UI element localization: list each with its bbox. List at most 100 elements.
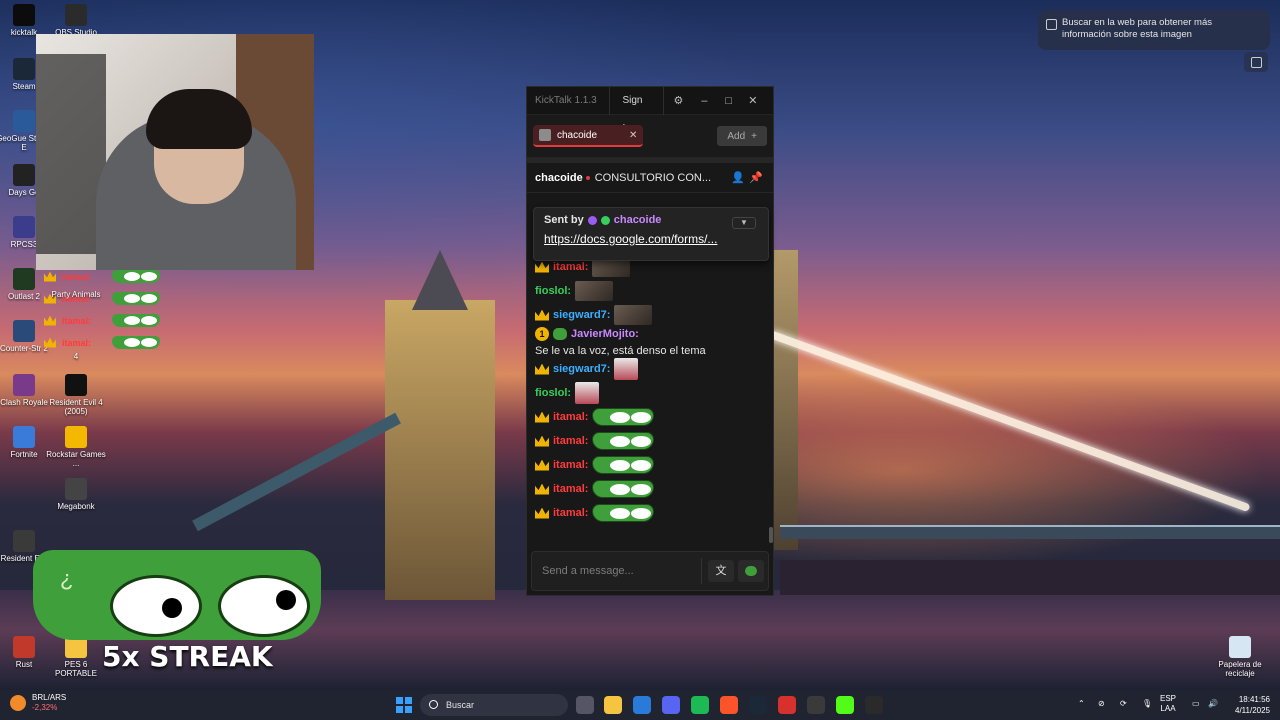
obs-icon[interactable] (807, 696, 825, 714)
crown-icon (44, 337, 56, 348)
message-placeholder: Send a message... (542, 565, 634, 577)
overlay-chat-row: itamal: (44, 336, 160, 349)
chat-username[interactable]: itamal: (553, 507, 588, 519)
verified-badge-icon (600, 215, 610, 225)
input-divider (701, 558, 702, 584)
desktop-icon[interactable]: Rockstar Games ... (46, 426, 106, 468)
pin-icon[interactable]: 📌 (747, 171, 765, 184)
desktop-icon-label: Days Go (8, 188, 40, 197)
clock[interactable]: 18:41:56 4/11/2025 (1226, 694, 1270, 716)
sign-in-button[interactable]: Sign In (609, 86, 665, 134)
brave-icon[interactable] (720, 696, 738, 714)
app-title: KickTalk 1.1.3 (535, 95, 597, 106)
kicktalk-titlebar[interactable]: KickTalk 1.1.3 Sign In ⚙ – □ ✕ (527, 86, 773, 134)
overlay-user: itamal: (62, 293, 92, 304)
chat-username[interactable]: itamal: (553, 261, 588, 273)
chat-username[interactable]: itamal: (553, 435, 588, 447)
desktop-icon-partial[interactable]: 4 (46, 352, 106, 361)
streak-glyph: ¿ (60, 566, 74, 591)
add-channel-button[interactable]: Add + (717, 126, 767, 146)
ticker-widget[interactable]: BRL/ARS -2,32% (10, 693, 66, 713)
chat-message[interactable]: fioslol: (535, 279, 765, 303)
user-list-icon[interactable]: 👤 (729, 171, 747, 184)
chat-username[interactable]: siegward7: (553, 309, 610, 321)
volume-icon[interactable]: 🔊 (1208, 699, 1218, 709)
desktop-icon-recycle-bin[interactable]: Papelera de reciclaje (1210, 636, 1270, 678)
steam-icon[interactable] (749, 696, 767, 714)
translate-icon[interactable]: 文 (708, 560, 734, 582)
chat-username[interactable]: fioslol: (535, 387, 571, 399)
pinned-link[interactable]: https://docs.google.com/forms/... (544, 232, 758, 246)
app-icon (13, 530, 35, 552)
start-button-icon[interactable] (396, 697, 412, 713)
desktop-icon[interactable]: OBS Studio (46, 4, 106, 37)
chat-message[interactable]: siegward7: (535, 303, 765, 327)
maximize-button[interactable]: □ (717, 95, 741, 107)
broadcaster-badge-icon (587, 215, 597, 225)
crown-badge-icon (535, 435, 549, 447)
add-label: Add (727, 130, 746, 142)
desktop-icon-label: Outlast 2 (7, 292, 40, 301)
chat-scrollbar[interactable] (769, 527, 773, 543)
chat-username[interactable]: itamal: (553, 483, 588, 495)
taskbar-search[interactable]: Buscar (420, 694, 568, 716)
sync-icon[interactable]: ⟳ (1120, 699, 1127, 709)
discord-icon[interactable] (662, 696, 680, 714)
search-label: Buscar (446, 700, 475, 710)
chat-username[interactable]: itamal: (553, 411, 588, 423)
lens-scan-button[interactable] (1244, 52, 1268, 72)
frog-emote-icon (112, 314, 160, 327)
chat-message[interactable]: itamal: (535, 429, 765, 453)
lang-bottom: LAA (1160, 704, 1176, 713)
close-button[interactable]: ✕ (741, 94, 765, 107)
chat-message[interactable]: itamal: (535, 477, 765, 501)
channel-name[interactable]: chacoide (535, 172, 583, 184)
taskbar: BRL/ARS -2,32% Buscar ⌃ ⊘ ⟳ 🎙 ESP LAA ▭ … (0, 690, 1280, 720)
desktop-icon[interactable]: PES 6 PORTABLE (46, 636, 106, 678)
subscriber-badge-icon (553, 328, 567, 340)
chat-message[interactable]: itamal: (535, 501, 765, 525)
chat-username[interactable]: fioslol: (535, 285, 571, 297)
app-icon (65, 4, 87, 26)
chat-username[interactable]: siegward7: (553, 363, 610, 375)
plus-icon: + (751, 130, 757, 142)
chevron-down-icon[interactable]: ▼ (732, 217, 756, 229)
task-view-icon[interactable] (576, 696, 594, 714)
pinned-message[interactable]: Sent by chacoide https://docs.google.com… (533, 207, 769, 261)
settings-gear-icon[interactable]: ⚙ (664, 94, 692, 107)
crown-icon (44, 315, 56, 326)
notifications-off-icon[interactable]: ⊘ (1098, 699, 1105, 709)
app-icon (65, 478, 87, 500)
pinned-user[interactable]: chacoide (614, 214, 662, 226)
chat-message[interactable]: 1 JavierMojito: Se le va la voz, está dens… (535, 327, 765, 357)
chat-message[interactable]: itamal: (535, 453, 765, 477)
chat-message[interactable]: fioslol: (535, 381, 765, 405)
lens-search-prompt[interactable]: Buscar en la web para obtener más inform… (1038, 10, 1270, 50)
chat-username[interactable]: JavierMojito: (571, 328, 639, 340)
tab-chacoide[interactable]: chacoide ✕ (533, 125, 644, 147)
voice-mod-icon[interactable] (778, 696, 796, 714)
webcam-feed (36, 34, 314, 270)
chat-message[interactable]: itamal: (535, 405, 765, 429)
message-input[interactable]: Send a message... 文 (531, 551, 769, 591)
app-icon (13, 110, 35, 132)
emote-picker-button[interactable] (738, 560, 764, 582)
desktop-icon[interactable]: Resident Evil 4 (2005) (46, 374, 106, 416)
app-icon (13, 426, 35, 448)
display-icon[interactable]: ▭ (1192, 699, 1200, 709)
chat-username[interactable]: itamal: (553, 459, 588, 471)
kick-icon[interactable] (836, 696, 854, 714)
microphone-icon[interactable]: 🎙 (1142, 699, 1152, 709)
language-indicator[interactable]: ESP LAA (1160, 694, 1176, 714)
desktop-icon[interactable]: Megabonk (46, 478, 106, 511)
chat-message[interactable]: siegward7: (535, 357, 765, 381)
minimize-button[interactable]: – (692, 95, 716, 107)
chat-messages[interactable]: itamal: fioslol: siegward7: 1 JavierMojito: S… (527, 255, 773, 545)
bing-icon[interactable] (633, 696, 651, 714)
desktop-icon-label: Papelera de reciclaje (1218, 660, 1262, 678)
file-explorer-icon[interactable] (604, 696, 622, 714)
tab-close-icon[interactable]: ✕ (629, 130, 637, 141)
chevron-up-icon[interactable]: ⌃ (1078, 699, 1085, 709)
epic-icon[interactable] (865, 696, 883, 714)
spotify-icon[interactable] (691, 696, 709, 714)
